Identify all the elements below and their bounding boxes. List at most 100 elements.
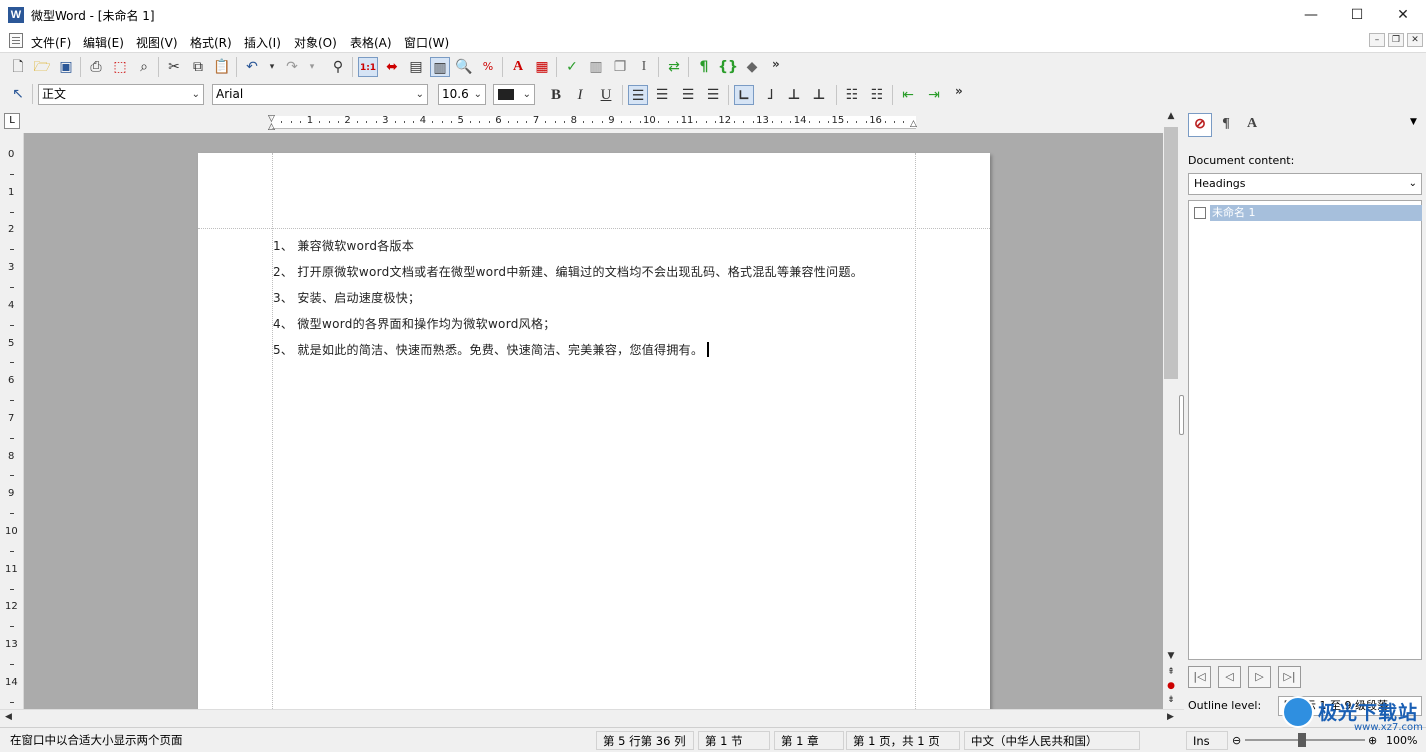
italic-button[interactable]: I — [570, 85, 590, 105]
frame-icon[interactable]: ▦ — [532, 57, 552, 77]
font-select[interactable]: Arial ⌄ — [212, 84, 428, 105]
field-shading-icon[interactable]: {} — [718, 57, 738, 77]
redo-icon[interactable]: ↷ — [282, 57, 302, 77]
panel-menu-icon[interactable]: ▼ — [1410, 117, 1417, 127]
horizontal-ruler[interactable]: 1 2 3 4 5 6 7 8 9 10 11 12 13 14 15 16 ▽ △ △ — [24, 113, 1164, 133]
zoom-out-icon[interactable]: ⊖ — [1232, 731, 1241, 750]
redo-dropdown-icon[interactable]: ▾ — [302, 57, 322, 77]
bold-button[interactable]: B — [546, 85, 566, 105]
decrease-indent-icon[interactable]: ⇤ — [898, 85, 918, 105]
zoom-slider-thumb[interactable] — [1298, 733, 1306, 747]
increase-indent-icon[interactable]: ⇥ — [924, 85, 944, 105]
close-button[interactable]: ✕ — [1380, 0, 1426, 30]
scroll-right-icon[interactable]: ▶ — [1167, 712, 1174, 722]
mdi-minimize-button[interactable]: – — [1369, 33, 1385, 47]
align-center-icon[interactable]: ☰ — [678, 85, 698, 105]
align-justify-icon[interactable]: ☰ — [703, 85, 723, 105]
spell-check-icon[interactable]: ✓ — [562, 57, 582, 77]
text-box-icon[interactable]: I — [634, 57, 654, 77]
toolbar-overflow-button[interactable]: » — [772, 57, 780, 71]
pdf-icon[interactable]: ⬚ — [110, 57, 130, 77]
find-icon[interactable]: ⚲ — [328, 57, 348, 77]
bullet-list-icon[interactable]: ☷ — [842, 85, 862, 105]
browse-object-icon[interactable]: ● — [1163, 681, 1179, 691]
new-icon[interactable]: 🗋 — [8, 57, 28, 77]
zoom-percent-icon[interactable]: % — [478, 57, 498, 77]
horizontal-scrollbar[interactable]: ◀ ▶ — [0, 709, 1184, 727]
align-left-icon[interactable]: ☰ — [628, 85, 648, 105]
list-item[interactable]: 1、 兼容微软word各版本 — [273, 237, 414, 254]
document-canvas[interactable]: 1、 兼容微软word各版本 2、 打开原微软word文档或者在微型word中新… — [24, 133, 1163, 709]
menu-window[interactable]: 窗口(W) — [404, 34, 449, 51]
tab-stop-selector[interactable]: L — [4, 113, 20, 129]
font-color-select[interactable]: ⌄ — [493, 84, 535, 105]
list-item-last[interactable]: 5、 就是如此的简洁、快速而熟悉。免费、快速简洁、完美兼容，您值得拥有。 — [273, 341, 710, 358]
layers-icon[interactable]: ◆ — [742, 57, 762, 77]
scroll-left-icon[interactable]: ◀ — [5, 712, 12, 722]
document-content-select[interactable]: Headings ⌄ — [1188, 173, 1422, 195]
open-icon[interactable]: 🗁 — [32, 57, 52, 77]
underline-button[interactable]: U — [596, 85, 616, 105]
tab-left-icon[interactable]: ∟ — [734, 85, 754, 105]
previous-heading-icon[interactable]: ◁ — [1218, 666, 1241, 688]
two-pages-icon[interactable]: ▥ — [430, 57, 450, 77]
numbered-list-icon[interactable]: ☷ — [867, 85, 887, 105]
menu-object[interactable]: 对象(O) — [294, 34, 337, 51]
first-heading-icon[interactable]: |◁ — [1188, 666, 1211, 688]
insert-mode-indicator[interactable]: Ins — [1186, 731, 1228, 750]
last-heading-icon[interactable]: ▷| — [1278, 666, 1301, 688]
vertical-ruler[interactable]: 0 1 2 3 4 5 6 7 8 9 10 11 12 13 14 — [0, 133, 24, 709]
align-right-icon[interactable]: ☰ — [652, 85, 672, 105]
styles-icon[interactable]: ¶ — [1214, 113, 1238, 137]
tab-decimal-icon[interactable]: ⊥ — [809, 85, 829, 105]
columns-icon[interactable]: ▥ — [586, 57, 606, 77]
list-item[interactable]: 3、 安装、启动速度极快； — [273, 289, 420, 306]
vertical-scrollbar[interactable]: ▲ ▼ ⇞ ● ⇟ — [1163, 109, 1179, 709]
tree-item-checkbox[interactable] — [1194, 207, 1206, 219]
menu-insert[interactable]: 插入(I) — [244, 34, 281, 51]
paste-icon[interactable]: 📋 — [212, 57, 232, 77]
minimize-button[interactable]: — — [1288, 0, 1334, 30]
print-icon[interactable]: ⎙ — [86, 57, 106, 77]
scroll-up-icon[interactable]: ▲ — [1163, 111, 1179, 121]
actual-size-icon[interactable]: 1:1 — [358, 57, 378, 77]
left-indent-marker[interactable]: △ — [268, 122, 275, 132]
navigator-compass-icon[interactable]: ⊘ — [1188, 113, 1212, 137]
tab-right-icon[interactable]: ˩ — [760, 85, 780, 105]
mdi-restore-button[interactable]: ❐ — [1388, 33, 1404, 47]
tree-item[interactable]: 未命名 1 — [1192, 205, 1422, 221]
menu-file[interactable]: 文件(F) — [31, 34, 71, 51]
tree-item-label[interactable]: 未命名 1 — [1210, 205, 1422, 221]
font-size-select[interactable]: 10.6 ⌄ — [438, 84, 486, 105]
replace-icon[interactable]: ⇄ — [664, 57, 684, 77]
cut-icon[interactable]: ✂ — [164, 57, 184, 77]
undo-dropdown-icon[interactable]: ▾ — [262, 57, 282, 77]
outline-tree[interactable]: 未命名 1 — [1188, 200, 1422, 660]
scroll-down-icon[interactable]: ▼ — [1163, 651, 1179, 661]
previous-page-icon[interactable]: ⇞ — [1163, 667, 1179, 677]
fonts-icon[interactable]: A — [1240, 113, 1264, 137]
document-page[interactable]: 1、 兼容微软word各版本 2、 打开原微软word文档或者在微型word中新… — [198, 153, 990, 709]
tab-center-icon[interactable]: ⊥ — [784, 85, 804, 105]
format-toolbar-overflow-button[interactable]: » — [955, 84, 963, 98]
page-width-icon[interactable]: ⬌ — [382, 57, 402, 77]
copy-icon[interactable]: ⧉ — [188, 57, 208, 77]
scrollbar-thumb[interactable] — [1164, 127, 1178, 379]
mdi-close-button[interactable]: ✕ — [1407, 33, 1423, 47]
list-item[interactable]: 4、 微型word的各界面和操作均为微软word风格； — [273, 315, 556, 332]
text-color-icon[interactable]: A — [508, 57, 528, 77]
select-pointer-icon[interactable]: ↖ — [8, 84, 28, 104]
print-preview-icon[interactable]: ⌕ — [134, 57, 154, 77]
next-heading-icon[interactable]: ▷ — [1248, 666, 1271, 688]
style-select[interactable]: 正文 ⌄ — [38, 84, 204, 105]
paragraph-marks-icon[interactable]: ¶ — [694, 57, 714, 77]
language-indicator[interactable]: 中文（中华人民共和国） — [964, 731, 1140, 750]
document-menu-icon[interactable] — [9, 33, 23, 48]
maximize-button[interactable]: ☐ — [1334, 0, 1380, 30]
undo-icon[interactable]: ↶ — [242, 57, 262, 77]
one-page-icon[interactable]: ▤ — [406, 57, 426, 77]
menu-edit[interactable]: 编辑(E) — [83, 34, 124, 51]
save-icon[interactable]: ▣ — [56, 57, 76, 77]
menu-table[interactable]: 表格(A) — [350, 34, 392, 51]
next-page-icon[interactable]: ⇟ — [1163, 695, 1179, 705]
